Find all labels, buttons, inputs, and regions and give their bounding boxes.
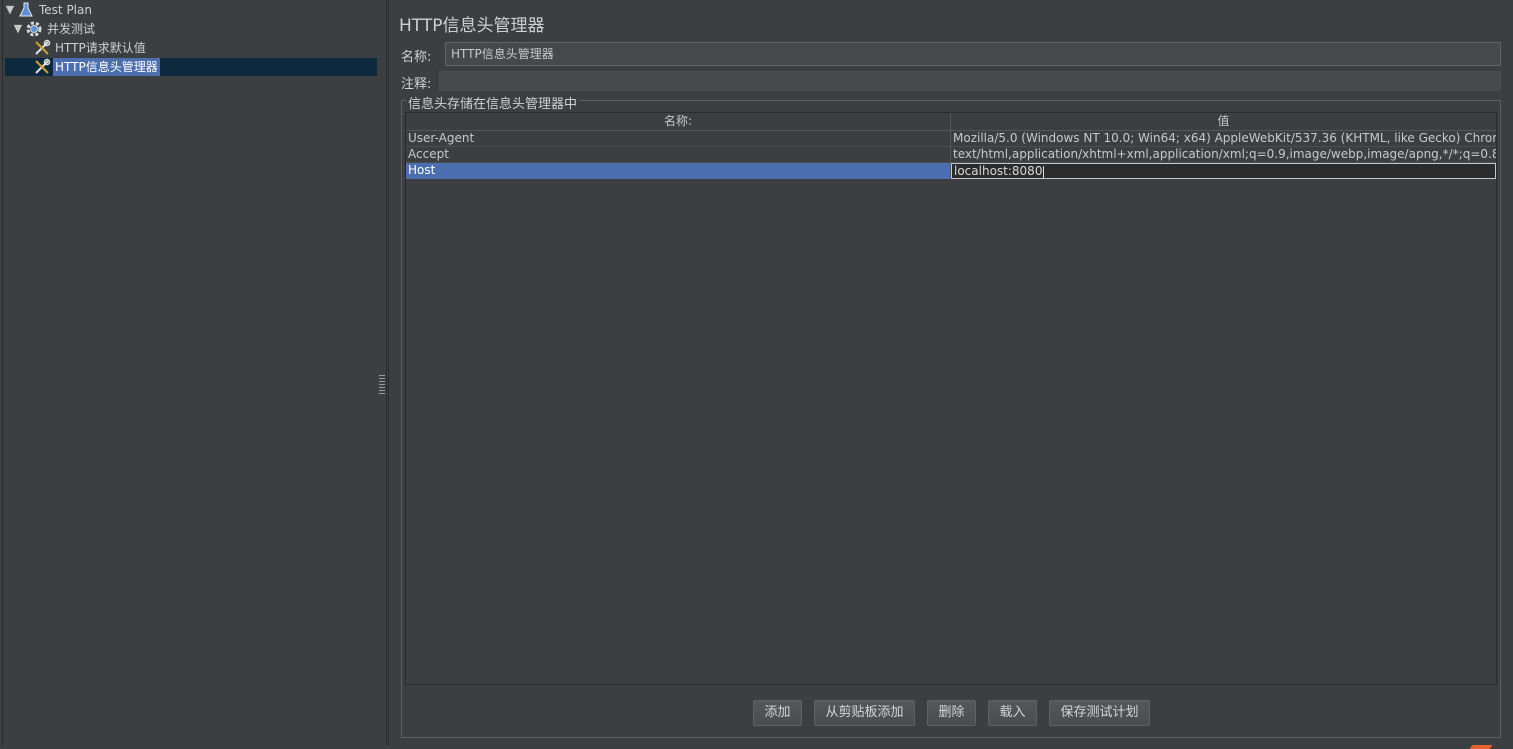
table-row[interactable]: Accept text/html,application/xhtml+xml,a… xyxy=(406,147,1496,163)
expand-triangle-icon[interactable]: ▼ xyxy=(5,4,15,15)
delete-button[interactable]: 删除 xyxy=(927,700,976,726)
headers-table[interactable]: 名称: 值 User-Agent Mozilla/5.0 (Windows NT… xyxy=(405,112,1497,685)
comment-input[interactable] xyxy=(439,71,1501,91)
table-header: 名称: 值 xyxy=(406,113,1496,131)
table-row[interactable]: Host localhost:8080 xyxy=(406,163,1496,179)
add-from-clipboard-button[interactable]: 从剪贴板添加 xyxy=(814,700,915,726)
header-name-cell[interactable]: Host xyxy=(406,163,951,179)
tree-node-label: HTTP请求默认值 xyxy=(55,41,146,55)
gear-icon xyxy=(25,20,43,38)
tree-node-label: 并发测试 xyxy=(47,22,96,36)
tree-node-label: Test Plan xyxy=(39,3,92,17)
add-button[interactable]: 添加 xyxy=(753,700,802,726)
header-value-cell[interactable]: Mozilla/5.0 (Windows NT 10.0; Win64; x64… xyxy=(951,131,1496,147)
wrench-icon xyxy=(33,58,51,76)
header-value-editor[interactable]: localhost:8080 xyxy=(951,163,1496,179)
name-input[interactable]: HTTP信息头管理器 xyxy=(445,42,1501,66)
group-title: 信息头存储在信息头管理器中 xyxy=(406,93,580,112)
text-caret xyxy=(1043,165,1045,178)
column-header-value[interactable]: 值 xyxy=(951,113,1496,130)
column-header-name[interactable]: 名称: xyxy=(406,113,951,130)
tree-node-label: HTTP信息头管理器 xyxy=(53,58,160,76)
header-name-cell[interactable]: Accept xyxy=(406,147,951,163)
corner-accent xyxy=(1469,745,1493,749)
flask-icon xyxy=(17,1,35,19)
tree-node-test-plan[interactable]: ▼ Test Plan xyxy=(5,1,94,19)
header-name-cell[interactable]: User-Agent xyxy=(406,131,951,147)
header-manager-panel: HTTP信息头管理器 名称: HTTP信息头管理器 注释: 信息头存储在信息头管… xyxy=(388,0,1513,745)
header-value-cell[interactable]: text/html,application/xhtml+xml,applicat… xyxy=(951,147,1496,163)
expand-triangle-icon[interactable]: ▼ xyxy=(13,23,23,34)
header-value-text: localhost:8080 xyxy=(954,164,1043,178)
wrench-icon xyxy=(33,39,51,57)
tree-node-http-defaults[interactable]: HTTP请求默认值 xyxy=(33,39,148,57)
test-plan-tree[interactable]: ▼ Test Plan ▼ 并发测试 HTTP请求默认值 HTTP信息头管理器 xyxy=(2,0,378,745)
tree-node-thread-group[interactable]: ▼ 并发测试 xyxy=(13,20,97,38)
table-row[interactable]: User-Agent Mozilla/5.0 (Windows NT 10.0;… xyxy=(406,131,1496,147)
tree-node-header-manager[interactable]: HTTP信息头管理器 xyxy=(33,58,160,76)
save-test-plan-button[interactable]: 保存测试计划 xyxy=(1049,700,1150,726)
split-pane-divider[interactable] xyxy=(377,0,387,745)
comment-label: 注释: xyxy=(401,77,432,92)
splitter-grip-icon[interactable] xyxy=(379,374,385,394)
panel-title: HTTP信息头管理器 xyxy=(399,16,545,36)
name-label: 名称: xyxy=(401,50,432,65)
load-button[interactable]: 载入 xyxy=(988,700,1037,726)
